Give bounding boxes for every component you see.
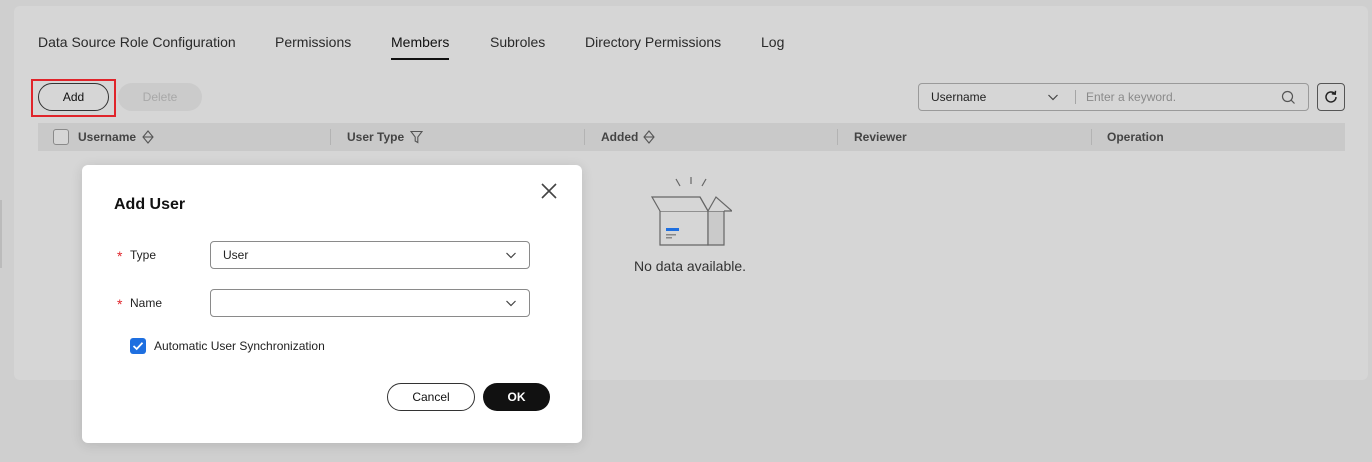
tab-data-source-role-configuration[interactable]: Data Source Role Configuration	[38, 34, 236, 50]
required-marker: *	[117, 296, 123, 312]
chevron-down-icon	[506, 252, 516, 259]
search-input[interactable]: Enter a keyword.	[1086, 84, 1276, 110]
column-header-username: Username	[78, 130, 137, 144]
tab-directory-permissions[interactable]: Directory Permissions	[585, 34, 721, 50]
column-header-user-type: User Type	[347, 130, 405, 144]
ok-button[interactable]: OK	[483, 383, 550, 411]
add-button[interactable]: Add	[38, 83, 109, 111]
auto-sync-checkbox[interactable]	[130, 338, 146, 354]
chevron-down-icon	[506, 300, 516, 307]
delete-button[interactable]: Delete	[118, 83, 202, 111]
sort-icon[interactable]	[643, 130, 655, 144]
name-select[interactable]	[210, 289, 530, 317]
tab-log[interactable]: Log	[761, 34, 784, 50]
search-icon[interactable]	[1281, 90, 1296, 105]
refresh-icon	[1325, 90, 1337, 103]
column-separator	[837, 129, 838, 145]
chevron-down-icon	[1048, 94, 1058, 101]
close-icon[interactable]	[540, 182, 558, 200]
filter-divider	[1075, 90, 1076, 104]
type-select-value: User	[223, 248, 249, 262]
search-filter: Username Enter a keyword.	[918, 83, 1309, 111]
column-header-added: Added	[601, 130, 639, 144]
sort-icon[interactable]	[142, 130, 154, 144]
column-separator	[330, 129, 331, 145]
column-separator	[1091, 129, 1092, 145]
table-header: Username User Type Added Reviewer Operat…	[38, 123, 1345, 151]
dialog-title: Add User	[114, 196, 186, 213]
tab-members[interactable]: Members	[391, 34, 450, 60]
select-all-checkbox[interactable]	[53, 129, 69, 145]
add-user-dialog: Add User * Type User * Name Automatic Us…	[82, 165, 582, 443]
type-select[interactable]: User	[210, 241, 530, 269]
filter-icon[interactable]	[410, 130, 423, 144]
auto-sync-label: Automatic User Synchronization	[154, 339, 325, 353]
tab-subroles[interactable]: Subroles	[490, 34, 545, 50]
column-header-operation: Operation	[1107, 130, 1164, 144]
check-icon	[132, 342, 144, 351]
refresh-button[interactable]	[1317, 83, 1345, 111]
name-label: Name	[130, 296, 163, 310]
empty-box-icon	[650, 177, 732, 246]
column-separator	[584, 129, 585, 145]
page-edge-stub	[0, 200, 2, 268]
empty-state-text: No data available.	[633, 258, 747, 274]
column-header-reviewer: Reviewer	[854, 130, 907, 144]
cancel-button[interactable]: Cancel	[387, 383, 475, 411]
type-label: Type	[130, 248, 157, 262]
tab-permissions[interactable]: Permissions	[275, 34, 351, 50]
required-marker: *	[117, 248, 123, 264]
